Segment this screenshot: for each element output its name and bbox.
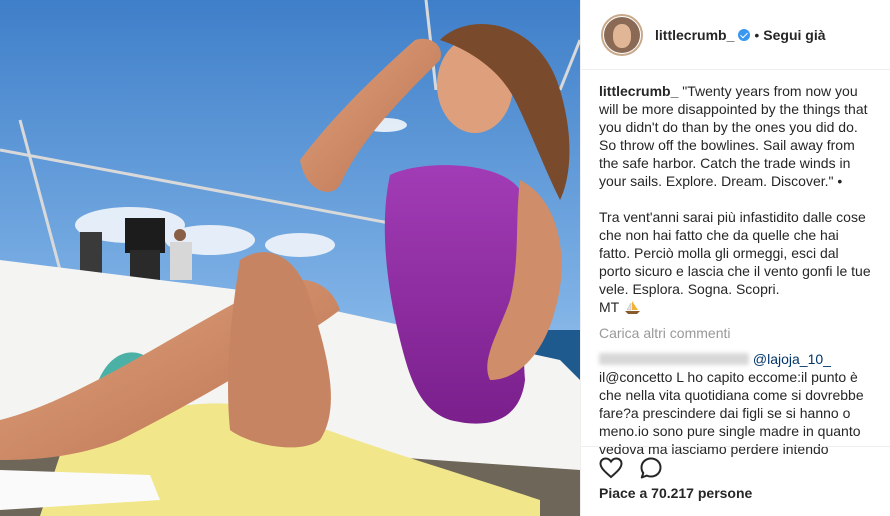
photo-illustration xyxy=(0,0,580,516)
action-bar xyxy=(599,451,872,485)
post-photo[interactable] xyxy=(0,0,580,516)
caption-username[interactable]: littlecrumb_ xyxy=(599,83,678,99)
load-more-comments[interactable]: Carica altri commenti xyxy=(599,324,872,342)
avatar-face xyxy=(613,23,631,48)
caption: littlecrumb_ "Twenty years from now you … xyxy=(599,82,872,316)
comment-username-blurred[interactable] xyxy=(599,353,749,365)
comments-section: littlecrumb_ "Twenty years from now you … xyxy=(581,70,890,516)
comment-mention[interactable]: @lajoja_10_ xyxy=(753,351,831,367)
post-side-panel: littlecrumb_ • Segui già littlecrumb_ "T… xyxy=(580,0,890,516)
comment: @lajoja_10_ il@concetto L ho capito ecco… xyxy=(599,350,872,458)
heart-icon[interactable] xyxy=(599,456,623,480)
speech-bubble-icon[interactable] xyxy=(639,456,663,480)
separator-dot: • xyxy=(754,26,760,43)
likes-count[interactable]: Piace a 70.217 persone xyxy=(599,485,872,501)
post-footer: Piace a 70.217 persone xyxy=(581,446,890,516)
caption-signature: MT xyxy=(599,299,619,315)
comment-text: il@concetto L ho capito eccome:il punto … xyxy=(599,369,864,457)
instagram-post: littlecrumb_ • Segui già littlecrumb_ "T… xyxy=(0,0,890,516)
post-header: littlecrumb_ • Segui già xyxy=(581,0,890,70)
verified-badge-icon xyxy=(738,28,751,41)
header-username[interactable]: littlecrumb_ xyxy=(655,27,734,43)
avatar-image xyxy=(604,16,640,53)
following-button[interactable]: Segui già xyxy=(763,27,825,43)
sailboat-icon xyxy=(624,301,640,314)
caption-text-it: Tra vent'anni sarai più infastidito dall… xyxy=(599,209,875,297)
avatar[interactable] xyxy=(601,13,643,56)
